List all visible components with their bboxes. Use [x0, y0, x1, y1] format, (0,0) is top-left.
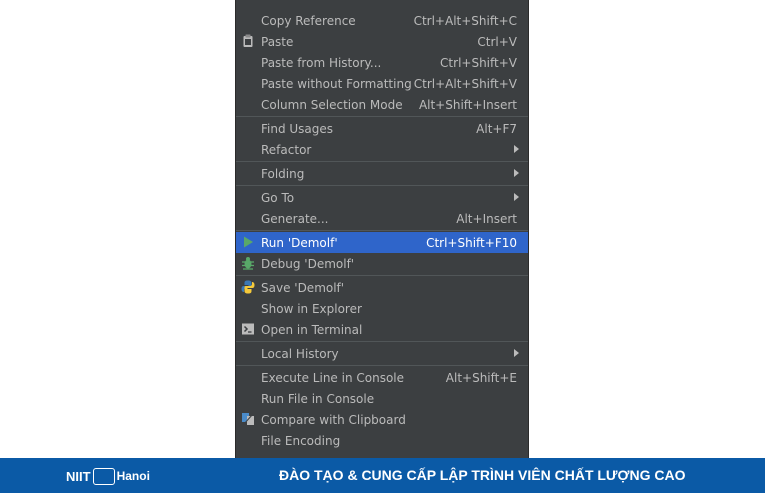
menu-item-label: Open in Terminal [261, 322, 363, 337]
clipboard-icon [241, 34, 255, 48]
menu-item-label: Compare with Clipboard [261, 412, 406, 427]
menu-item-label: Local History [261, 346, 339, 361]
menu-separator [236, 341, 528, 342]
menu-item-label: Find Usages [261, 121, 334, 136]
menu-item-shortcut: Ctrl+V [477, 34, 517, 49]
menu-item-label: Copy Reference [261, 13, 356, 28]
menu-separator [236, 275, 528, 276]
menu-item-label: Paste [261, 34, 294, 49]
footer-slogan: ĐÀO TẠO & CUNG CẤP LẬP TRÌNH VIÊN CHẤT L… [279, 467, 686, 483]
python-icon [241, 280, 255, 294]
menu-item-label: Save 'Demolf' [261, 280, 345, 295]
niit-logo: NIIT Hanoi [66, 466, 150, 486]
menu-item-shortcut: Ctrl+Alt+Shift+V [413, 76, 517, 91]
submenu-arrow-icon [514, 145, 519, 153]
menu-item-label: Run File in Console [261, 391, 375, 406]
menu-item-paste-without-formatting[interactable]: Paste without Formatting Ctrl+Alt+Shift+… [236, 73, 528, 94]
submenu-arrow-icon [514, 169, 519, 177]
menu-item-generate[interactable]: Generate... Alt+Insert [236, 208, 528, 229]
menu-item-column-selection-mode[interactable]: Column Selection Mode Alt+Shift+Insert [236, 94, 528, 115]
menu-separator [236, 116, 528, 117]
menu-item-label: Refactor [261, 142, 312, 157]
compare-icon [241, 412, 255, 426]
menu-separator [236, 365, 528, 366]
menu-item-label: Go To [261, 190, 295, 205]
menu-separator [236, 185, 528, 186]
menu-item-shortcut: Alt+F7 [476, 121, 517, 136]
menu-item-label: Generate... [261, 211, 329, 226]
context-menu: Copy Reference Ctrl+Alt+Shift+C Paste Ct… [235, 0, 529, 458]
menu-item-shortcut: Alt+Insert [456, 211, 517, 226]
run-icon [241, 235, 255, 249]
menu-item-label: File Encoding [261, 433, 341, 448]
menu-item-save[interactable]: Save 'Demolf' [236, 277, 528, 298]
menu-item-local-history[interactable]: Local History [236, 343, 528, 364]
menu-item-label: Show in Explorer [261, 301, 362, 316]
logo-city: Hanoi [116, 469, 150, 483]
debug-icon [241, 256, 255, 270]
menu-item-debug[interactable]: Debug 'Demolf' [236, 253, 528, 274]
menu-item-copy-reference[interactable]: Copy Reference Ctrl+Alt+Shift+C [236, 10, 528, 31]
menu-item-find-usages[interactable]: Find Usages Alt+F7 [236, 118, 528, 139]
menu-item-compare-with-clipboard[interactable]: Compare with Clipboard [236, 409, 528, 430]
menu-item-shortcut: Ctrl+Shift+F10 [426, 235, 517, 250]
menu-item-open-in-terminal[interactable]: Open in Terminal [236, 319, 528, 340]
menu-item-show-in-explorer[interactable]: Show in Explorer [236, 298, 528, 319]
menu-item-label: Run 'Demolf' [261, 235, 338, 250]
terminal-icon [241, 322, 255, 336]
menu-item-shortcut: Ctrl+Shift+V [440, 55, 517, 70]
menu-item-folding[interactable]: Folding [236, 163, 528, 184]
menu-item-file-encoding[interactable]: File Encoding [236, 430, 528, 451]
menu-item-shortcut: Alt+Shift+E [445, 370, 517, 385]
menu-item-label: Folding [261, 166, 305, 181]
menu-item-label: Paste without Formatting [261, 76, 412, 91]
menu-separator [236, 230, 528, 231]
menu-item-execute-line-in-console[interactable]: Execute Line in Console Alt+Shift+E [236, 367, 528, 388]
menu-item-paste[interactable]: Paste Ctrl+V [236, 31, 528, 52]
menu-item-label: Debug 'Demolf' [261, 256, 355, 271]
menu-item-shortcut: Ctrl+Alt+Shift+C [413, 13, 517, 28]
footer-banner: NIIT Hanoi ĐÀO TẠO & CUNG CẤP LẬP TRÌNH … [0, 458, 765, 493]
submenu-arrow-icon [514, 349, 519, 357]
menu-item-go-to[interactable]: Go To [236, 187, 528, 208]
logo-box-icon [92, 467, 115, 485]
logo-brand: NIIT [66, 468, 91, 484]
menu-item-label: Paste from History... [261, 55, 382, 70]
menu-separator [236, 161, 528, 162]
menu-item-run[interactable]: Run 'Demolf' Ctrl+Shift+F10 [236, 232, 528, 253]
submenu-arrow-icon [514, 193, 519, 201]
menu-item-label: Execute Line in Console [261, 370, 405, 385]
menu-item-run-file-in-console[interactable]: Run File in Console [236, 388, 528, 409]
menu-item-refactor[interactable]: Refactor [236, 139, 528, 160]
menu-item-paste-from-history[interactable]: Paste from History... Ctrl+Shift+V [236, 52, 528, 73]
menu-item-label: Column Selection Mode [261, 97, 403, 112]
menu-item-shortcut: Alt+Shift+Insert [418, 97, 517, 112]
